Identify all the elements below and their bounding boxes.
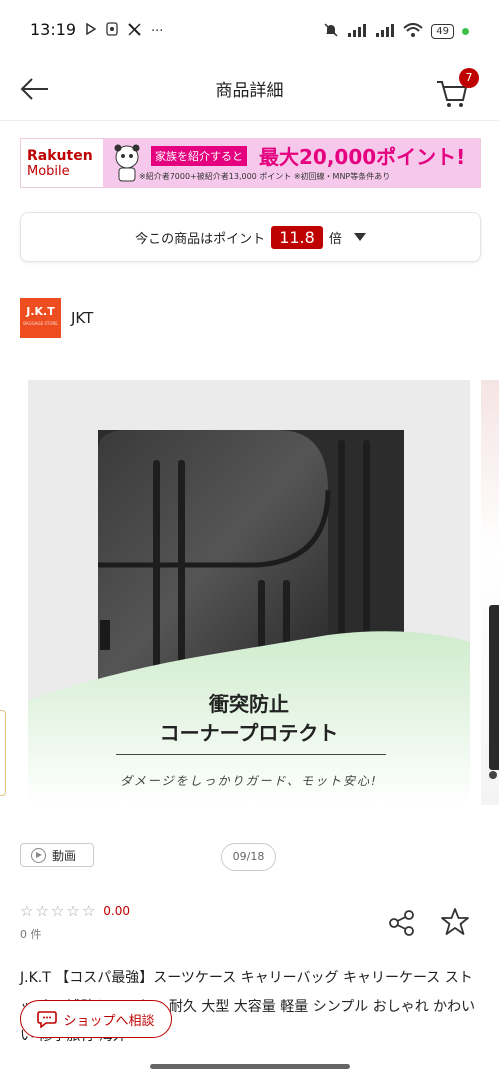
image-caption-title: 衝突防止 コーナープロテクト (159, 692, 339, 745)
suitcase-thumbnail (489, 605, 499, 779)
chat-bubble-icon (37, 1011, 58, 1028)
points-multiplier-box[interactable]: 今この商品はポイント 11.8 倍 (20, 212, 481, 262)
caption-divider (116, 754, 386, 755)
play-circle-icon (31, 847, 46, 863)
cart-button[interactable]: 7 (435, 68, 479, 110)
image-counter: 09/18 (221, 843, 276, 871)
points-value: 11.8 (271, 225, 323, 249)
shop-name: JKT (71, 309, 94, 327)
star-icon: ☆ (50, 902, 65, 920)
points-suffix: 倍 (328, 231, 342, 247)
star-icon: ☆ (81, 902, 96, 920)
banner-tag: 家族を紹介すると (151, 146, 247, 166)
banner-headline: 最大20,000ポイント! (259, 145, 466, 169)
shop-consult-button[interactable]: ショップへ相談 (20, 1000, 172, 1038)
app-header: 商品詳細 7 (0, 62, 499, 121)
review-count[interactable]: 0 件 (20, 926, 42, 942)
image-caption-subtitle: ダメージをしっかりガード、モット安心! (120, 774, 378, 788)
banner-body: 家族を紹介すると 最大20,000ポイント! ※紹介者7000+被紹介者13,0… (103, 139, 480, 187)
wifi-icon (403, 23, 423, 40)
page-title: 商品詳細 (215, 81, 284, 101)
status-notification-icons: ··· (86, 22, 163, 40)
star-icon: ☆ (20, 902, 34, 920)
more-notifications-icon: ··· (151, 23, 164, 39)
points-prefix: 今この商品はポイント (135, 231, 266, 247)
home-indicator[interactable] (150, 1064, 350, 1069)
star-icon: ☆ (35, 902, 49, 920)
shop-row[interactable]: J.K.T BAGGAGE STORE JKT (20, 298, 93, 338)
signal-icon (375, 23, 395, 40)
video-button[interactable]: 動画 (20, 843, 94, 867)
signal-icon (347, 23, 367, 40)
side-drawer-tab[interactable] (0, 710, 6, 796)
nfc-icon (106, 22, 118, 40)
rakuten-mobile-banner[interactable]: Rakuten Mobile 家族を紹介すると 最大20,000ポイント! ※紹… (20, 138, 481, 188)
rakuten-mobile-logo: Rakuten Mobile (21, 139, 103, 187)
product-image[interactable]: 衝突防止 コーナープロテクト ダメージをしっかりガード、モット安心! (28, 380, 470, 805)
video-label: 動画 (52, 848, 77, 863)
privacy-indicator-dot (462, 28, 469, 35)
favorite-button[interactable] (440, 907, 470, 937)
shop-logo: J.K.T BAGGAGE STORE (20, 298, 61, 338)
share-button[interactable] (388, 909, 416, 937)
rating-score: 0.00 (103, 904, 130, 918)
star-icon: ☆ (66, 902, 80, 920)
next-image-peek[interactable] (481, 380, 499, 805)
caret-down-icon (353, 233, 366, 241)
play-icon (86, 22, 97, 39)
x-logo-icon (128, 22, 141, 40)
rating-row[interactable]: ☆ ☆ ☆ ☆ ☆ 0.00 (20, 902, 130, 920)
share-icon (389, 910, 414, 936)
status-bar: 13:19 ··· 49 (0, 0, 499, 62)
status-system-icons: 49 (323, 22, 469, 41)
chat-label: ショップへ相談 (63, 1013, 155, 1029)
status-time: 13:19 (30, 20, 77, 39)
battery-icon: 49 (431, 24, 454, 39)
cart-count-badge: 7 (459, 68, 479, 88)
mute-icon (323, 22, 339, 41)
banner-note: ※紹介者7000+被紹介者13,000 ポイント ※初回線・MNP等条件あり (139, 172, 391, 181)
star-outline-icon (441, 908, 469, 935)
